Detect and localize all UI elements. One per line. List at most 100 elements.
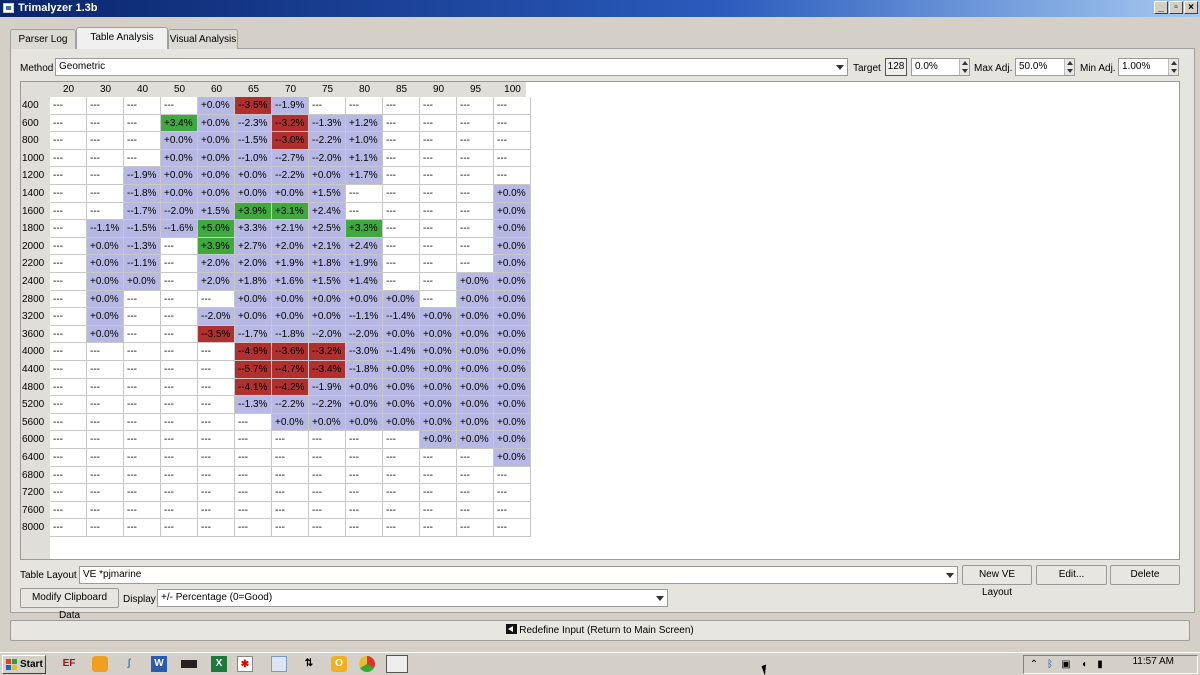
table-cell[interactable]: +1.6% — [272, 273, 309, 291]
table-cell[interactable]: +0.0% — [457, 361, 494, 379]
table-cell[interactable]: +2.1% — [272, 220, 309, 238]
table-cell[interactable]: --2.0% — [161, 202, 198, 221]
table-cell[interactable]: +0.0% — [457, 396, 494, 414]
window-icon[interactable] — [386, 655, 408, 673]
table-cell[interactable]: --- — [457, 202, 494, 221]
table-cell[interactable]: --3.4% — [309, 361, 346, 379]
table-cell[interactable]: --- — [272, 501, 309, 520]
doc-icon[interactable] — [271, 656, 287, 672]
table-cell[interactable]: +1.9% — [346, 255, 383, 273]
table-cell[interactable]: +1.7% — [346, 167, 383, 185]
table-cell[interactable]: --- — [161, 466, 198, 485]
table-cell[interactable]: +0.0% — [161, 132, 198, 150]
table-cell[interactable]: --- — [124, 378, 161, 397]
table-cell[interactable]: +0.0% — [198, 149, 235, 168]
table-cell[interactable]: --- — [198, 396, 235, 414]
table-cell[interactable]: --1.3% — [235, 396, 272, 414]
table-cell[interactable]: --- — [161, 413, 198, 432]
table-cell[interactable]: --- — [494, 167, 531, 185]
table-cell[interactable]: +0.0% — [198, 185, 235, 203]
table-cell[interactable]: +0.0% — [420, 378, 457, 397]
table-cell[interactable]: +0.0% — [161, 167, 198, 185]
table-cell[interactable]: +0.0% — [494, 290, 531, 309]
signal-icon[interactable]: ▮ — [1094, 658, 1106, 671]
table-cell[interactable]: --- — [161, 343, 198, 361]
tab-table-analysis[interactable]: Table Analysis — [76, 27, 168, 49]
table-cell[interactable]: --1.1% — [346, 308, 383, 326]
table-cell[interactable]: --- — [124, 449, 161, 467]
table-cell[interactable]: +0.0% — [161, 149, 198, 168]
table-cell[interactable]: --- — [161, 255, 198, 273]
table-cell[interactable]: --- — [161, 378, 198, 397]
table-cell[interactable]: --- — [198, 501, 235, 520]
table-cell[interactable]: +0.0% — [457, 431, 494, 449]
table-cell[interactable]: +0.0% — [494, 308, 531, 326]
spin-up-icon[interactable] — [1168, 59, 1178, 67]
table-cell[interactable]: +0.0% — [457, 290, 494, 309]
table-cell[interactable]: --- — [457, 255, 494, 273]
table-cell[interactable]: +0.0% — [494, 343, 531, 361]
table-cell[interactable]: --- — [198, 361, 235, 379]
table-cell[interactable]: --- — [50, 396, 87, 414]
table-cell[interactable]: +0.0% — [494, 202, 531, 221]
table-cell[interactable]: --- — [198, 449, 235, 467]
table-cell[interactable]: --- — [383, 273, 420, 291]
table-cell[interactable]: --- — [494, 149, 531, 168]
table-cell[interactable]: --- — [50, 466, 87, 485]
table-cell[interactable]: --- — [87, 449, 124, 467]
table-cell[interactable]: --- — [124, 361, 161, 379]
table-cell[interactable]: +0.0% — [494, 255, 531, 273]
table-cell[interactable]: --- — [124, 325, 161, 344]
table-cell[interactable]: --- — [309, 466, 346, 485]
table-cell[interactable]: +3.9% — [235, 202, 272, 221]
table-cell[interactable]: --4.9% — [235, 343, 272, 361]
table-cell[interactable]: --- — [383, 114, 420, 133]
table-cell[interactable]: --1.4% — [383, 343, 420, 361]
new-ve-layout-button[interactable]: New VE Layout — [962, 565, 1032, 598]
table-cell[interactable]: +0.0% — [198, 132, 235, 150]
table-cell[interactable]: --- — [420, 501, 457, 520]
table-cell[interactable]: --- — [420, 132, 457, 150]
table-cell[interactable]: --- — [420, 114, 457, 133]
table-cell[interactable]: +0.0% — [87, 325, 124, 344]
table-cell[interactable]: +1.8% — [235, 273, 272, 291]
table-cell[interactable]: +0.0% — [383, 361, 420, 379]
table-cell[interactable]: --- — [457, 185, 494, 203]
table-cell[interactable]: --- — [161, 396, 198, 414]
table-cell[interactable]: +1.5% — [309, 185, 346, 203]
table-cell[interactable]: --- — [346, 431, 383, 449]
table-cell[interactable]: --1.3% — [309, 114, 346, 133]
bluetooth-icon[interactable]: ᛒ — [1044, 658, 1056, 671]
table-cell[interactable]: --- — [50, 185, 87, 203]
table-cell[interactable]: --- — [50, 431, 87, 449]
table-cell[interactable]: --- — [198, 413, 235, 432]
table-cell[interactable]: --1.6% — [161, 220, 198, 238]
table-cell[interactable]: --1.9% — [272, 97, 309, 115]
table-cell[interactable]: --- — [457, 237, 494, 256]
table-cell[interactable]: --1.1% — [124, 255, 161, 273]
table-cell[interactable]: +0.0% — [309, 167, 346, 185]
table-cell[interactable]: +0.0% — [457, 325, 494, 344]
table-cell[interactable]: --- — [87, 132, 124, 150]
table-cell[interactable]: --- — [457, 519, 494, 537]
table-cell[interactable]: +3.1% — [272, 202, 309, 221]
table-cell[interactable]: --- — [50, 273, 87, 291]
table-cell[interactable]: --- — [235, 484, 272, 502]
table-cell[interactable]: +2.7% — [235, 237, 272, 256]
table-cell[interactable]: --3.0% — [272, 132, 309, 150]
table-cell[interactable]: --1.0% — [235, 149, 272, 168]
table-cell[interactable]: --- — [50, 449, 87, 467]
table-cell[interactable]: --- — [494, 97, 531, 115]
table-cell[interactable]: --- — [50, 220, 87, 238]
redefine-input-button[interactable]: Redefine Input (Return to Main Screen) — [10, 620, 1190, 641]
table-cell[interactable]: --- — [272, 431, 309, 449]
table-cell[interactable]: --- — [124, 413, 161, 432]
table-cell[interactable]: +0.0% — [87, 308, 124, 326]
table-cell[interactable]: +2.0% — [235, 255, 272, 273]
table-cell[interactable]: +0.0% — [457, 343, 494, 361]
table-cell[interactable]: +0.0% — [87, 255, 124, 273]
table-cell[interactable]: --- — [309, 431, 346, 449]
table-cell[interactable]: --- — [50, 501, 87, 520]
table-cell[interactable]: --- — [124, 519, 161, 537]
table-cell[interactable]: --- — [346, 501, 383, 520]
